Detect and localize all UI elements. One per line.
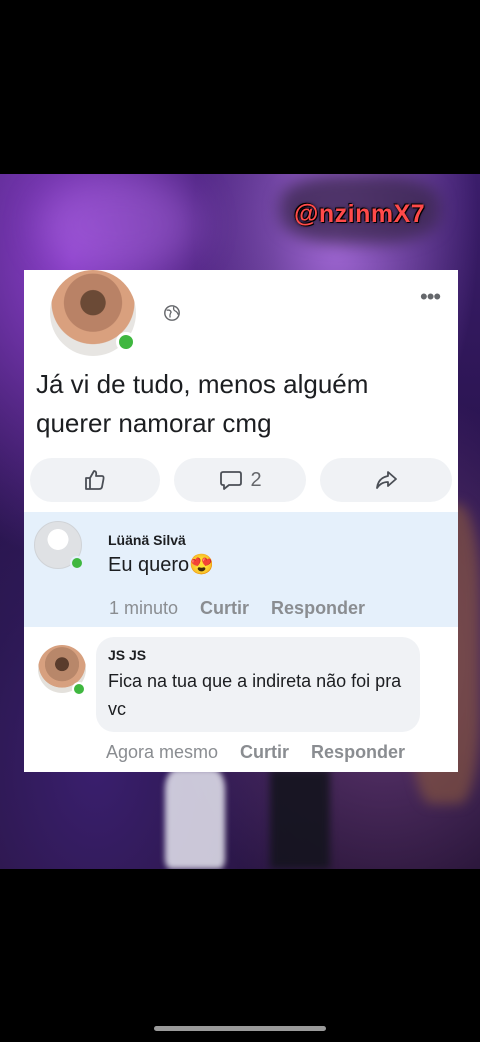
online-status-dot: [116, 332, 136, 352]
comment-item: Lüänä Silvä Eu quero😍 1 minuto Curtir Re…: [24, 512, 458, 627]
comment-button[interactable]: 2: [174, 458, 306, 502]
comment-reply-link[interactable]: Responder: [311, 742, 405, 763]
watermark-handle: @nzinmX7: [294, 200, 426, 228]
comment-text: Eu quero😍: [108, 554, 215, 576]
comment-item: JS JS Fica na tua que a indireta não foi…: [24, 627, 458, 772]
comment-time: Agora mesmo: [106, 742, 219, 762]
comment-text: Fica na tua que a indireta não foi pra v…: [108, 671, 402, 719]
bg-light-glow: [40, 174, 200, 274]
post-actions: 2: [24, 458, 458, 502]
comment-icon: [220, 471, 243, 490]
comment-like-link[interactable]: Curtir: [200, 598, 249, 619]
globe-icon: [164, 305, 180, 321]
bg-leg: [270, 769, 330, 869]
online-status-dot: [72, 682, 86, 696]
like-button[interactable]: [30, 458, 160, 502]
share-button[interactable]: [320, 458, 452, 502]
post-text: Já vi de tudo, menos alguém querer namor…: [36, 369, 369, 438]
comment-reply-link[interactable]: Responder: [271, 598, 365, 619]
facebook-post-card: ••• Já vi de tudo, menos alguém querer n…: [24, 270, 458, 772]
like-icon: [85, 470, 105, 490]
home-indicator[interactable]: [154, 1026, 326, 1031]
share-icon: [376, 471, 397, 489]
comment-bubble: JS JS Fica na tua que a indireta não foi…: [96, 637, 420, 732]
commenter-name[interactable]: Lüänä Silvä: [108, 532, 186, 548]
comment-meta: Agora mesmo Curtir Responder: [106, 742, 405, 763]
comment-meta: 1 minuto Curtir Responder: [109, 598, 365, 619]
author-avatar[interactable]: [50, 270, 136, 356]
post-header: •••: [24, 270, 458, 360]
commenter-name[interactable]: JS JS: [108, 647, 146, 663]
comment-count: 2: [250, 468, 262, 491]
comment-like-link[interactable]: Curtir: [240, 742, 289, 763]
comment-time: 1 minuto: [109, 598, 179, 618]
more-options-icon[interactable]: •••: [420, 286, 441, 308]
bg-sneaker: [165, 769, 225, 869]
online-status-dot: [70, 556, 84, 570]
